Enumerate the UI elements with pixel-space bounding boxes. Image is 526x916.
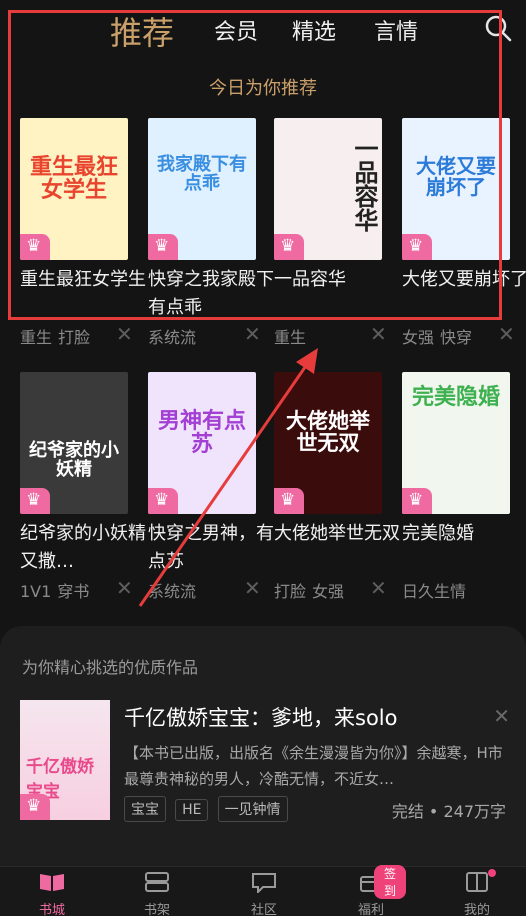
book-title[interactable]: 纪爷家的小妖精又撒…	[20, 520, 150, 576]
cover-text: 男神有点苏	[157, 409, 246, 458]
nav-community[interactable]: 社区	[229, 871, 299, 916]
tag-chip: 宝宝	[124, 796, 166, 822]
book-title[interactable]: 快穿之男神，有点苏	[148, 520, 278, 576]
close-icon[interactable]: ✕	[493, 704, 510, 728]
book-title[interactable]: 大佬她举世无双	[274, 520, 404, 548]
book-cover[interactable]: 男神有点苏	[148, 372, 256, 514]
book-cover[interactable]: 大佬她举世无双	[274, 372, 382, 514]
bookshelf-icon	[145, 872, 169, 892]
close-icon[interactable]: ✕	[498, 322, 515, 346]
book-tags: 日久生情	[402, 582, 467, 601]
book-cover[interactable]: 纪爷家的小妖精	[20, 372, 128, 514]
recommend-card: 为你精心挑选的优质作品 千亿傲娇宝宝 千亿傲娇宝宝：爹地，来solo ✕ 【本书…	[0, 626, 526, 866]
vip-crown-icon	[402, 488, 432, 514]
bottom-nav: 书城 书架 社区 福利 签到 我的	[0, 865, 526, 916]
tag-chip: HE	[175, 799, 209, 821]
vip-crown-icon	[148, 488, 178, 514]
book-description: 【本书已出版，出版名《余生漫漫皆为你》】余越寒，H市最尊贵神秘的男人，冷酷无情，…	[124, 744, 503, 788]
close-icon[interactable]: ✕	[244, 322, 261, 346]
nav-welfare[interactable]: 福利 签到	[336, 865, 406, 916]
vip-crown-icon	[20, 794, 50, 820]
cover-text: 大佬她举世无双	[286, 409, 370, 456]
checkin-badge: 签到	[374, 865, 406, 899]
close-icon[interactable]: ✕	[370, 576, 387, 600]
close-icon[interactable]: ✕	[370, 322, 387, 346]
close-icon[interactable]: ✕	[244, 576, 261, 600]
vip-crown-icon	[274, 488, 304, 514]
chat-bubble-icon	[252, 873, 276, 895]
book-status: 完结 • 247万字	[391, 802, 506, 821]
book-cover[interactable]: 千亿傲娇宝宝	[20, 700, 110, 820]
close-icon[interactable]: ✕	[116, 322, 133, 346]
tag-chip: 一见钟情	[217, 796, 288, 822]
cover-text: 完美隐婚	[411, 385, 500, 410]
nav-mine[interactable]: 我的	[442, 869, 512, 916]
highlight-box	[8, 10, 502, 320]
nav-bookstore[interactable]: 书城	[17, 871, 87, 916]
book-open-icon	[40, 874, 64, 891]
vip-crown-icon	[20, 488, 50, 514]
cover-text: 纪爷家的小妖精	[29, 440, 119, 480]
nav-bookshelf[interactable]: 书架	[122, 871, 192, 916]
book-cover[interactable]: 完美隐婚	[402, 372, 510, 514]
notification-dot	[488, 869, 496, 877]
close-icon[interactable]: ✕	[116, 576, 133, 600]
card-title: 为你精心挑选的优质作品	[22, 658, 199, 677]
book-title[interactable]: 千亿傲娇宝宝：爹地，来solo	[124, 702, 397, 732]
book-title[interactable]: 完美隐婚	[402, 520, 526, 548]
book-tags: 宝宝 HE 一见钟情	[124, 796, 292, 822]
